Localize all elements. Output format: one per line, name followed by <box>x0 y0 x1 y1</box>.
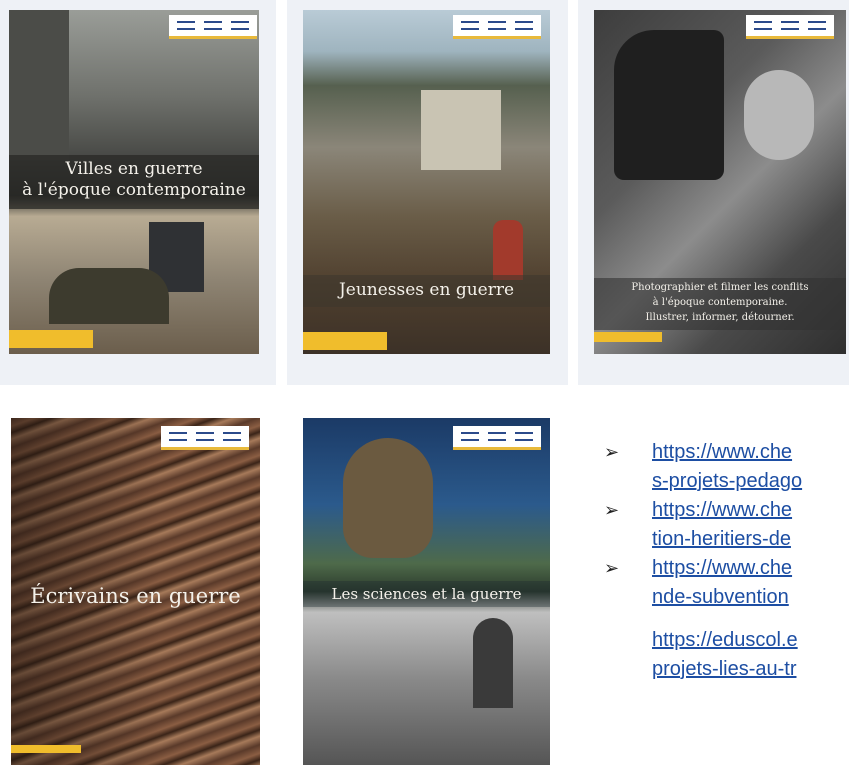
camera-shape <box>614 30 724 180</box>
poster-title: Villes en guerre à l'époque contemporain… <box>9 155 259 209</box>
poster-title: Écrivains en guerre <box>30 584 241 608</box>
list-item: ➢ https://www.che nde-subvention <box>604 554 849 612</box>
list-item: ➢ https://www.che s-projets-pedago <box>604 438 849 496</box>
figure-red <box>493 220 523 280</box>
yellow-tag <box>594 332 662 342</box>
woman-face <box>744 70 814 160</box>
logo-mark-icon <box>487 21 506 30</box>
link-cheminsdememoire-3[interactable]: https://www.che nde-subvention <box>652 557 792 608</box>
logo-mark-icon <box>461 432 480 441</box>
logo-mark-icon <box>222 432 241 441</box>
logo-mark-icon <box>169 432 188 441</box>
arrow-bullet-icon: ➢ <box>604 500 620 520</box>
logo-mark-icon <box>807 21 826 30</box>
logo-mark-icon <box>195 432 214 441</box>
logo-mark-icon <box>177 21 196 30</box>
soldiers-group <box>49 268 169 324</box>
list-item: ➢ https://www.che tion-heritiers-de <box>604 496 849 554</box>
poster-ecrivains-en-guerre[interactable]: Écrivains en guerre <box>11 418 260 765</box>
poster-title: Photographier et filmer les conflits à l… <box>594 278 846 330</box>
logo-mark-icon <box>514 21 533 30</box>
arrow-bullet-icon: ➢ <box>604 442 620 462</box>
poster-photographier-filmer[interactable]: Photographier et filmer les conflits à l… <box>594 10 846 354</box>
logo-mark-icon <box>514 432 533 441</box>
arrow-bullet-icon: ➢ <box>604 558 620 578</box>
poster-title: Jeunesses en guerre <box>303 275 550 307</box>
link-cheminsdememoire-2[interactable]: https://www.che tion-heritiers-de <box>652 499 792 550</box>
link-list: ➢ https://www.che s-projets-pedago ➢ http… <box>604 438 849 684</box>
logo-strip <box>169 15 257 39</box>
logo-mark-icon <box>230 21 249 30</box>
yellow-tag <box>303 332 387 350</box>
logo-strip <box>746 15 834 39</box>
link-cheminsdememoire-1[interactable]: https://www.che s-projets-pedago <box>652 441 802 492</box>
ruined-building <box>421 90 501 170</box>
yellow-tag <box>11 745 81 753</box>
yellow-tag <box>9 330 93 348</box>
logo-strip <box>161 426 249 450</box>
link-eduscol[interactable]: https://eduscol.e projets-lies-au-tr <box>652 629 798 680</box>
logo-mark-icon <box>203 21 222 30</box>
poster-villes-en-guerre[interactable]: Villes en guerre à l'époque contemporain… <box>9 10 259 354</box>
poster-sciences-et-guerre[interactable]: Les sciences et la guerre <box>303 418 550 765</box>
logo-mark-icon <box>461 21 480 30</box>
list-item: https://eduscol.e projets-lies-au-tr <box>604 626 849 684</box>
logo-mark-icon <box>780 21 799 30</box>
logo-mark-icon <box>487 432 506 441</box>
scientist-figure <box>473 618 513 708</box>
logo-mark-icon <box>754 21 773 30</box>
building-left <box>9 10 69 160</box>
poster-jeunesses-en-guerre[interactable]: Jeunesses en guerre <box>303 10 550 354</box>
logo-strip <box>453 15 541 39</box>
poster-title: Les sciences et la guerre <box>303 581 550 607</box>
soldier-face <box>343 438 433 558</box>
logo-strip <box>453 426 541 450</box>
